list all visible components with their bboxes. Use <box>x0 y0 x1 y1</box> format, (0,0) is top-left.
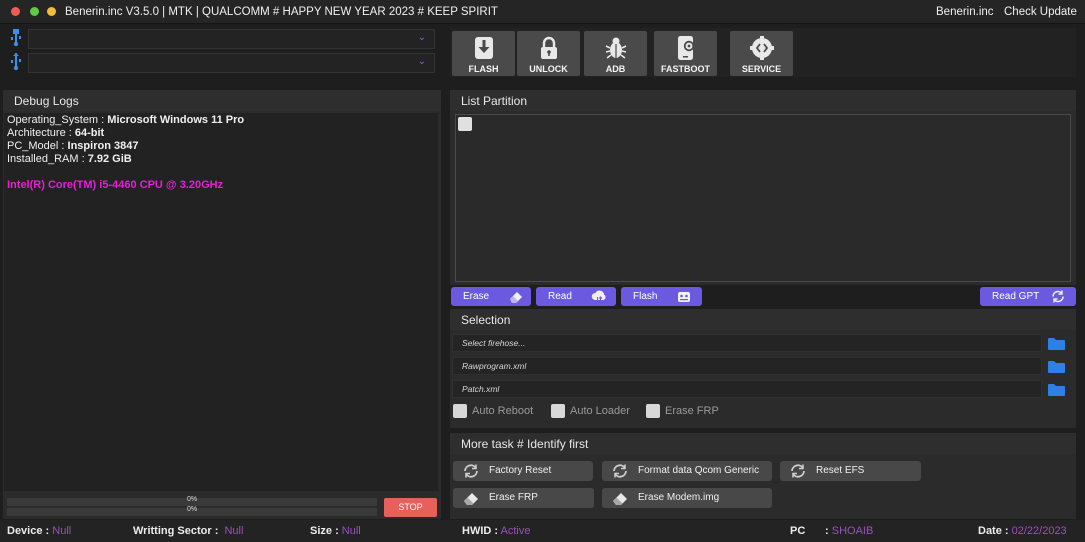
patch-field[interactable]: Patch.xml <box>452 380 1042 398</box>
read-partition-button[interactable]: Read <box>536 287 616 306</box>
main-toolbar: FLASH UNLOCK ADB FASTBOOT SERVICE <box>450 28 795 77</box>
debug-logs-header: Debug Logs <box>3 90 441 111</box>
more-task-header: More task # Identify first <box>450 433 1076 454</box>
status-hwid: HWID : Active <box>462 525 531 537</box>
eraser-icon <box>510 292 522 303</box>
format-data-qcom-label: Format data Qcom Generic <box>638 465 760 476</box>
phone-gear-icon <box>677 36 694 60</box>
more-task-title: More task # Identify first <box>461 437 589 451</box>
chip-icon <box>678 292 690 302</box>
list-partition-header: List Partition <box>450 90 1076 111</box>
refresh-icon <box>464 464 478 478</box>
read-gpt-label: Read GPT <box>992 291 1040 302</box>
refresh-icon <box>613 464 627 478</box>
selection-header: Selection <box>450 309 1076 330</box>
factory-reset-label: Factory Reset <box>489 465 552 476</box>
maximize-window-button[interactable] <box>30 7 39 16</box>
progress-bar-2: 0% <box>7 506 377 516</box>
port-select-2[interactable]: ⌄ <box>28 53 435 73</box>
window-title: Benerin.inc V3.5.0 | MTK | QUALCOMM # HA… <box>65 6 498 18</box>
eraser-icon <box>613 493 627 505</box>
factory-reset-button[interactable]: Factory Reset <box>453 461 593 481</box>
stop-button[interactable]: STOP <box>384 498 437 517</box>
refresh-icon <box>1052 290 1064 303</box>
minimize-window-button[interactable] <box>47 7 56 16</box>
cloud-download-icon <box>591 290 606 303</box>
service-tool-label: SERVICE <box>741 64 782 74</box>
erase-frp-box <box>646 404 660 418</box>
log-line-arch: Architecture : 64-bit <box>7 127 105 139</box>
log-line-model: PC_Model : Inspiron 3847 <box>7 140 139 152</box>
status-date: Date : 02/22/2023 <box>978 525 1067 537</box>
unlock-tool-button[interactable]: UNLOCK <box>517 31 580 76</box>
erase-modem-button[interactable]: Erase Modem.img <box>602 488 772 508</box>
auto-loader-box <box>551 404 565 418</box>
log-line-os: Operating_System : Microsoft Windows 11 … <box>7 114 245 126</box>
erase-frp-label: Erase FRP <box>665 405 719 417</box>
unlock-tool-label: UNLOCK <box>529 64 568 74</box>
format-data-qcom-button[interactable]: Format data Qcom Generic <box>602 461 772 481</box>
rawprogram-field[interactable]: Rawprogram.xml <box>452 357 1042 375</box>
flash-partition-button[interactable]: Flash <box>621 287 702 306</box>
status-device: Device : Null <box>7 525 72 537</box>
erase-modem-label: Erase Modem.img <box>638 492 720 503</box>
folder-icon[interactable] <box>1048 337 1065 350</box>
progress-bar-2-label: 0% <box>186 506 198 513</box>
download-icon <box>474 37 493 59</box>
adb-tool-button[interactable]: ADB <box>584 31 647 76</box>
reset-efs-label: Reset EFS <box>816 465 865 476</box>
progress-bar-1: 0% <box>7 496 377 506</box>
log-line-cpu: Intel(R) Core(TM) i5-4460 CPU @ 3.20GHz <box>7 179 224 191</box>
toolbar-spacer <box>795 28 1076 77</box>
status-writing-sector: Writting Sector : Null <box>133 525 244 537</box>
read-gpt-button[interactable]: Read GPT <box>980 287 1076 306</box>
erase-frp-button[interactable]: Erase FRP <box>453 488 594 508</box>
code-gear-icon <box>749 36 774 60</box>
chevron-down-icon: ⌄ <box>417 32 426 43</box>
firehose-field[interactable]: Select firehose... <box>452 334 1042 352</box>
port-select-1[interactable]: ⌄ <box>28 29 435 49</box>
auto-reboot-box <box>453 404 467 418</box>
status-size: Size : Null <box>310 525 361 537</box>
status-bar: Device : Null Writting Sector : Null Siz… <box>0 520 1085 542</box>
reset-efs-button[interactable]: Reset EFS <box>780 461 921 481</box>
check-update-link[interactable]: Check Update <box>1004 6 1077 18</box>
lock-icon <box>540 36 557 59</box>
debug-log-output <box>4 113 438 491</box>
chevron-down-icon: ⌄ <box>417 56 426 67</box>
folder-icon[interactable] <box>1048 360 1065 373</box>
folder-icon[interactable] <box>1048 383 1065 396</box>
status-pc-value: : SHOAIB <box>825 525 874 537</box>
fastboot-tool-button[interactable]: FASTBOOT <box>654 31 717 76</box>
refresh-icon <box>791 464 805 478</box>
fastboot-tool-label: FASTBOOT <box>661 64 710 74</box>
erase-partition-label: Erase <box>463 291 490 302</box>
brand-label: Benerin.inc <box>936 6 994 18</box>
eraser-icon <box>464 493 478 505</box>
auto-loader-label: Auto Loader <box>570 405 630 417</box>
usb-icon <box>9 29 23 49</box>
auto-reboot-label: Auto Reboot <box>472 405 534 417</box>
progress-bar-1-label: 0% <box>186 496 198 503</box>
close-window-button[interactable] <box>11 7 20 16</box>
selection-title: Selection <box>461 313 511 327</box>
adb-tool-label: ADB <box>605 64 626 74</box>
flash-tool-button[interactable]: FLASH <box>452 31 515 76</box>
read-partition-label: Read <box>548 291 572 302</box>
list-partition-title: List Partition <box>461 94 528 108</box>
flash-partition-label: Flash <box>633 291 658 302</box>
select-all-partitions-checkbox[interactable] <box>458 117 472 131</box>
bug-icon <box>605 37 626 59</box>
usb-icon <box>9 53 23 73</box>
flash-tool-label: FLASH <box>468 64 499 74</box>
service-tool-button[interactable]: SERVICE <box>730 31 793 76</box>
debug-logs-title: Debug Logs <box>14 94 79 108</box>
erase-frp-task-label: Erase FRP <box>489 492 538 503</box>
log-line-ram: Installed_RAM : 7.92 GiB <box>7 153 132 165</box>
partition-list[interactable] <box>455 114 1071 282</box>
status-pc: PC <box>790 525 806 537</box>
erase-partition-button[interactable]: Erase <box>451 287 531 306</box>
